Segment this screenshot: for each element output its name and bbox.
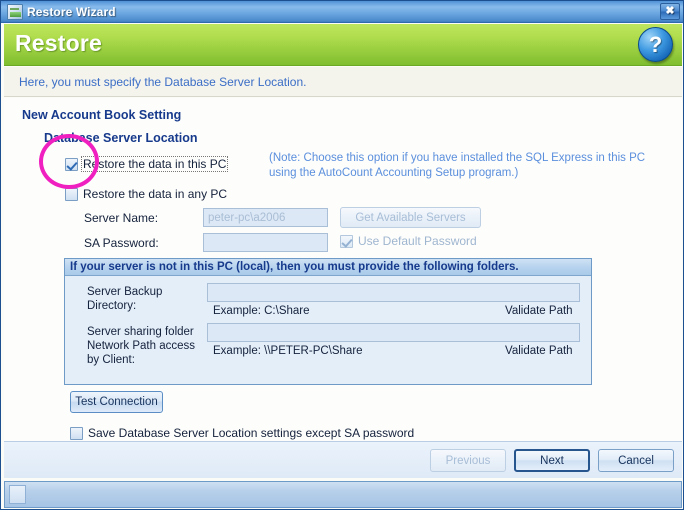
note-text: (Note: Choose this option if you have in…	[269, 152, 646, 179]
server-folders-panel-header: If your server is not in this PC (local)…	[65, 259, 591, 276]
server-sharing-folder-label: Server sharing folder Network Path acces…	[87, 326, 196, 366]
server-backup-directory-example: Example: C:\Share	[213, 305, 310, 317]
test-connection-button[interactable]: Test Connection	[70, 391, 163, 413]
page-title: Restore	[15, 30, 103, 56]
server-sharing-folder-example: Example: \\PETER-PC\Share	[213, 345, 363, 357]
checkbox-use-default-password-label: Use Default Password	[358, 234, 477, 248]
server-folders-panel: If your server is not in this PC (local)…	[64, 258, 592, 385]
page-banner: Restore ?	[4, 24, 682, 66]
restore-wizard-window: Restore Wizard ✖ Restore ? Here, you mus…	[0, 0, 684, 510]
checkbox-restore-any-pc[interactable]: Restore the data in any PC	[65, 187, 227, 201]
sa-password-input[interactable]	[203, 233, 328, 252]
next-button[interactable]: Next	[514, 449, 590, 472]
checkbox-use-default-password-box[interactable]	[340, 234, 353, 248]
validate-path-sharing-link[interactable]: Validate Path	[505, 345, 573, 357]
instruction-text: Here, you must specify the Database Serv…	[19, 74, 307, 89]
wizard-document-icon	[7, 3, 23, 20]
title-bar: Restore Wizard ✖	[1, 1, 683, 23]
section-title-new-account-book: New Account Book Setting	[22, 108, 182, 122]
checkbox-save-settings[interactable]: Save Database Server Location settings e…	[70, 426, 414, 440]
checkbox-use-default-password[interactable]: Use Default Password	[340, 234, 477, 248]
server-sharing-folder-input[interactable]	[207, 323, 580, 342]
server-backup-directory-label: Server Backup Directory:	[87, 286, 163, 312]
checkbox-restore-any-pc-label: Restore the data in any PC	[83, 187, 228, 201]
server-name-input[interactable]: peter-pc\a2006	[203, 208, 328, 227]
status-bar-panel	[9, 485, 26, 504]
main-content: New Account Book Setting Database Server…	[4, 98, 682, 441]
validate-path-backup-link[interactable]: Validate Path	[505, 305, 573, 317]
checkbox-save-settings-box[interactable]	[70, 426, 83, 440]
checkbox-restore-any-pc-box[interactable]	[65, 187, 78, 201]
checkbox-save-settings-label: Save Database Server Location settings e…	[88, 426, 415, 440]
section-title-database-server-location: Database Server Location	[44, 131, 198, 145]
sa-password-label: SA Password:	[84, 236, 159, 250]
help-question-icon[interactable]: ?	[638, 27, 673, 62]
window-title: Restore Wizard	[27, 4, 116, 19]
checkbox-restore-this-pc-box[interactable]	[65, 157, 78, 171]
get-available-servers-button[interactable]: Get Available Servers	[340, 207, 481, 228]
server-name-label: Server Name:	[84, 211, 159, 225]
status-bar	[4, 481, 682, 508]
previous-button[interactable]: Previous	[430, 449, 506, 472]
close-icon[interactable]: ✖	[660, 3, 680, 20]
cancel-button[interactable]: Cancel	[598, 449, 674, 472]
checkbox-restore-this-pc-label: Restore the data in this PC	[81, 156, 229, 172]
checkbox-restore-this-pc[interactable]: Restore the data in this PC	[65, 156, 229, 172]
instruction-bar: Here, you must specify the Database Serv…	[4, 67, 682, 97]
footer-button-bar: Previous Next Cancel	[4, 441, 682, 478]
server-backup-directory-input[interactable]	[207, 283, 580, 302]
